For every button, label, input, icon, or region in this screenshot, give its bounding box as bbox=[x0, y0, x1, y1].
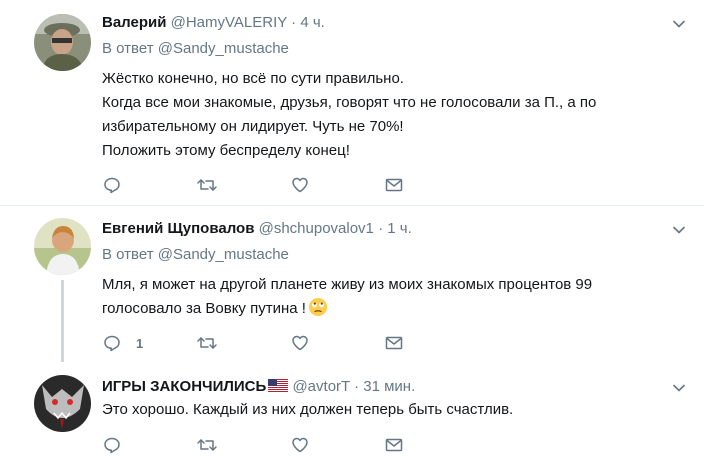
timestamp[interactable]: 31 мин. bbox=[363, 378, 415, 395]
tweet-text-line: Когда все мои знакомые, друзья, говорят … bbox=[102, 94, 597, 111]
reply-count: 1 bbox=[136, 335, 144, 351]
timestamp[interactable]: 4 ч. bbox=[300, 14, 325, 31]
avatar-image bbox=[34, 218, 91, 275]
dm-button[interactable] bbox=[384, 435, 404, 455]
chevron-down-icon[interactable] bbox=[672, 17, 686, 31]
tweet-header: ИГРЫ ЗАКОНЧИЛИСЬ @avtorT · 31 мин. bbox=[102, 377, 415, 397]
tweet-1[interactable]: Валерий @HamyVALERIY · 4 ч. В ответ @San… bbox=[0, 0, 704, 205]
tweet-text-line: Жёстко конечно, но всё по сути правильно… bbox=[102, 70, 404, 87]
tweet-text: Мля, я может на другой планете живу из м… bbox=[102, 273, 592, 321]
reply-icon bbox=[104, 177, 120, 194]
author-name[interactable]: Евгений Щуповалов bbox=[102, 220, 254, 237]
retweet-button[interactable] bbox=[196, 175, 218, 195]
avatar[interactable] bbox=[34, 14, 91, 71]
tweet-header: Евгений Щуповалов @shchupovalov1 · 1 ч. bbox=[102, 219, 412, 239]
separator-dot: · bbox=[291, 14, 297, 31]
heart-icon bbox=[292, 177, 308, 193]
separator-dot: · bbox=[378, 220, 384, 237]
like-button[interactable] bbox=[290, 175, 310, 195]
author-name[interactable]: Валерий bbox=[102, 14, 166, 31]
author-name[interactable]: ИГРЫ ЗАКОНЧИЛИСЬ bbox=[102, 378, 266, 395]
dm-button[interactable] bbox=[384, 175, 404, 195]
tweet-text-line: голосовало за Вовку путина ! bbox=[102, 297, 592, 321]
face-with-rolling-eyes-emoji-icon bbox=[308, 298, 327, 316]
envelope-icon bbox=[385, 336, 403, 350]
reply-icon bbox=[104, 437, 120, 454]
retweet-icon bbox=[197, 337, 217, 349]
retweet-icon bbox=[197, 179, 217, 191]
reply-context: В ответ @Sandy_mustache bbox=[102, 245, 289, 265]
author-handle[interactable]: @shchupovalov1 bbox=[259, 220, 374, 237]
tweet-actions: 1 bbox=[102, 333, 422, 353]
dm-button[interactable] bbox=[384, 333, 404, 353]
tweet-3[interactable]: ИГРЫ ЗАКОНЧИЛИСЬ @avtorT · 31 мин. Это х… bbox=[0, 365, 704, 456]
reply-prefix: В ответ bbox=[102, 40, 154, 57]
retweet-icon bbox=[197, 439, 217, 451]
reply-icon bbox=[104, 335, 120, 352]
avatar-image bbox=[34, 375, 91, 432]
retweet-button[interactable] bbox=[196, 435, 218, 455]
reply-context: В ответ @Sandy_mustache bbox=[102, 39, 289, 59]
reply-mention-link[interactable]: @Sandy_mustache bbox=[158, 246, 289, 263]
us-flag-icon bbox=[268, 379, 289, 392]
tweet-actions bbox=[102, 175, 422, 195]
tweet-text-line: Мля, я может на другой планете живу из м… bbox=[102, 276, 593, 293]
chevron-down-icon[interactable] bbox=[672, 381, 686, 395]
avatar-image bbox=[34, 14, 91, 71]
like-button[interactable] bbox=[290, 333, 310, 353]
tweet-text: Это хорошо. Каждый из них должен теперь … bbox=[102, 398, 513, 422]
tweet-text-line: Это хорошо. Каждый из них должен теперь … bbox=[102, 401, 514, 418]
tweet-text-line: избирательному он лидирует. Чуть не 70%! bbox=[102, 118, 404, 135]
reply-button[interactable] bbox=[102, 435, 122, 455]
like-button[interactable] bbox=[290, 435, 310, 455]
tweet-2[interactable]: Евгений Щуповалов @shchupovalov1 · 1 ч. … bbox=[0, 206, 704, 365]
thread-line bbox=[61, 280, 64, 362]
heart-icon bbox=[292, 437, 308, 453]
author-handle[interactable]: @HamyVALERIY bbox=[171, 14, 287, 31]
envelope-icon bbox=[385, 438, 403, 452]
tweet-text: Жёстко конечно, но всё по сути правильно… bbox=[102, 67, 596, 163]
separator-dot: · bbox=[354, 378, 360, 395]
timestamp[interactable]: 1 ч. bbox=[387, 220, 412, 237]
heart-icon bbox=[292, 335, 308, 351]
reply-button[interactable]: 1 bbox=[102, 333, 143, 353]
tweet-header: Валерий @HamyVALERIY · 4 ч. bbox=[102, 13, 325, 33]
tweet-actions bbox=[102, 435, 422, 455]
avatar[interactable] bbox=[34, 218, 91, 275]
chevron-down-icon[interactable] bbox=[672, 223, 686, 237]
tweet-text-line-content: голосовало за Вовку путина ! bbox=[102, 300, 306, 317]
retweet-button[interactable] bbox=[196, 333, 218, 353]
reply-mention-link[interactable]: @Sandy_mustache bbox=[158, 40, 289, 57]
author-handle[interactable]: @avtorT bbox=[292, 378, 349, 395]
reply-prefix: В ответ bbox=[102, 246, 154, 263]
envelope-icon bbox=[385, 178, 403, 192]
reply-button[interactable] bbox=[102, 175, 122, 195]
tweet-text-line: Положить этому беспределу конец! bbox=[102, 142, 350, 159]
avatar[interactable] bbox=[34, 375, 91, 432]
